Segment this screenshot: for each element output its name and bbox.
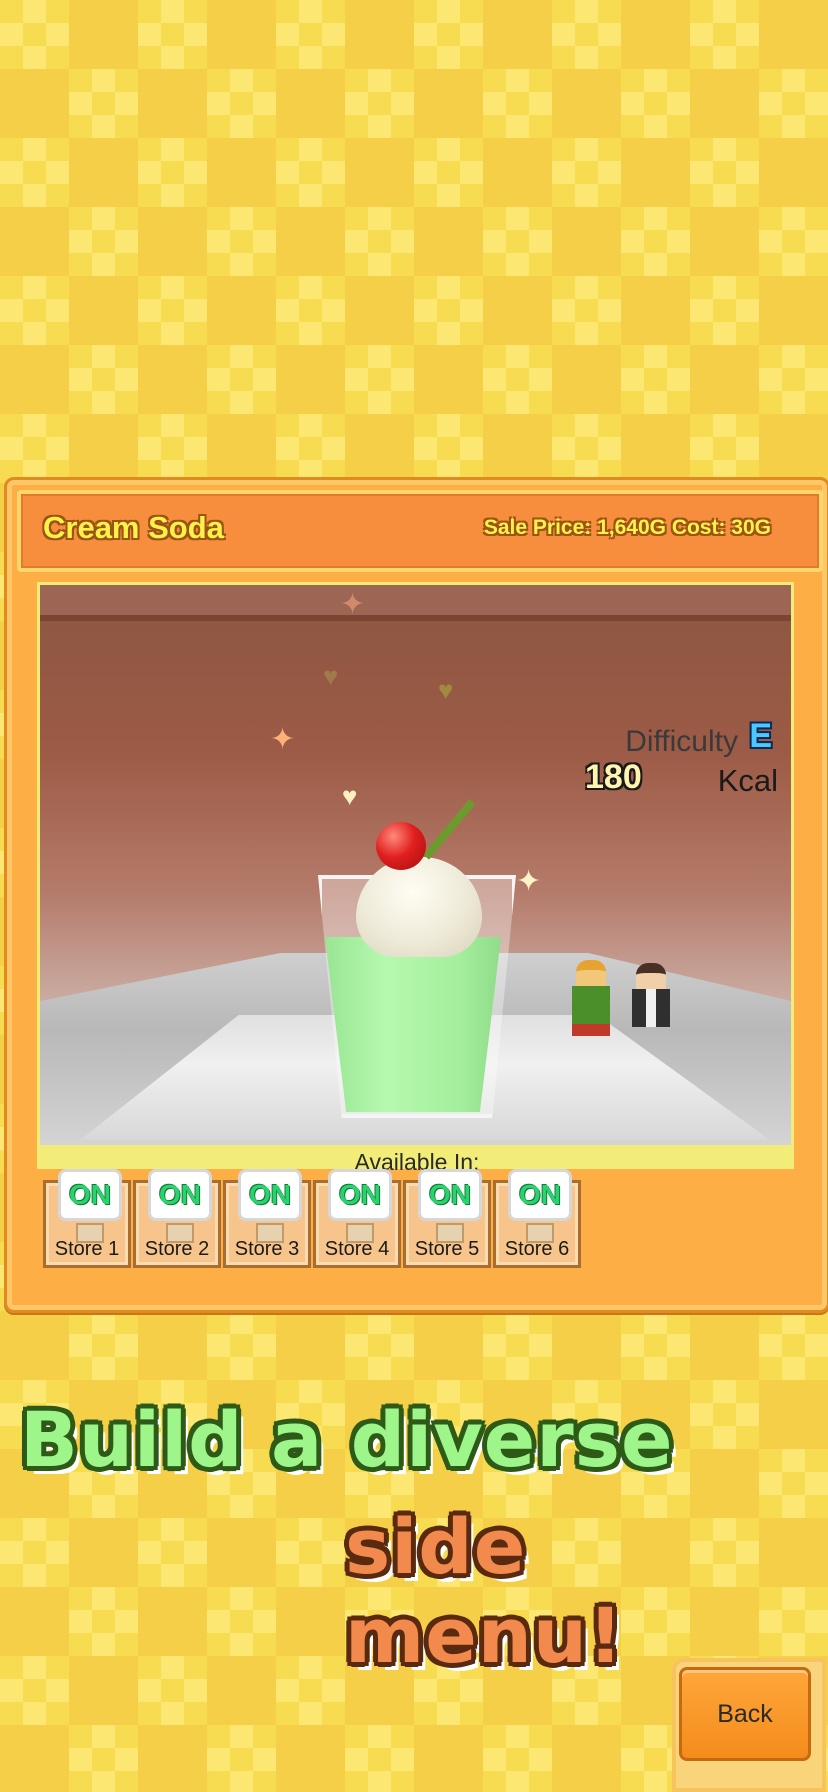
character-body: [572, 986, 610, 1036]
promo-headline-line-1: Build a diverse: [20, 1395, 674, 1484]
store-toggle-2[interactable]: ON Store 2: [133, 1169, 221, 1268]
sparkle-icon: ✦: [340, 588, 366, 621]
heart-icon: ♥: [342, 781, 358, 811]
heart-icon: ♥: [323, 661, 339, 691]
store-toggle-5[interactable]: ON Store 5: [403, 1169, 491, 1268]
staff-character-girl: [570, 960, 612, 1036]
on-sign: ON: [328, 1169, 392, 1221]
staff-character-boy: [630, 963, 672, 1033]
store-label: Store 5: [414, 1238, 480, 1260]
store-availability-list: ON Store 1 ON Store 2 ON Store 3 ON Stor…: [43, 1169, 583, 1268]
cherry-stem: [422, 799, 476, 860]
calorie-value: 180: [585, 758, 642, 796]
ice-cream-scoop: [356, 857, 482, 957]
store-label: Store 2: [144, 1238, 210, 1260]
menu-item-panel: Cream Soda Sale Price: 1,640G Cost: 30G …: [4, 477, 828, 1313]
back-button[interactable]: Back: [679, 1667, 811, 1761]
on-sign: ON: [418, 1169, 482, 1221]
difficulty-grade: E: [749, 717, 772, 755]
on-sign: ON: [58, 1169, 122, 1221]
on-sign: ON: [508, 1169, 572, 1221]
cherry-icon: [376, 822, 426, 870]
promo-headline-line-2: side menu!: [345, 1502, 624, 1680]
store-label: Store 3: [234, 1238, 300, 1260]
store-label: Store 6: [504, 1238, 570, 1260]
sparkle-icon: ✦: [270, 723, 296, 756]
on-sign: ON: [238, 1169, 302, 1221]
available-in-label: Available In:: [354, 1149, 480, 1175]
character-body: [632, 989, 670, 1027]
store-toggle-4[interactable]: ON Store 4: [313, 1169, 401, 1268]
calorie-unit: Kcal: [717, 763, 778, 798]
store-toggle-1[interactable]: ON Store 1: [43, 1169, 131, 1268]
item-preview-scene: ✦ ♥ ♥ ✦ ♥ ✦ ♥ ♥ Difficulty E 180 Kcal: [40, 585, 791, 1145]
difficulty-label: Difficulty: [625, 725, 738, 758]
sparkle-icon: ✦: [516, 865, 542, 898]
store-toggle-6[interactable]: ON Store 6: [493, 1169, 581, 1268]
item-preview-frame: ✦ ♥ ♥ ✦ ♥ ✦ ♥ ♥ Difficulty E 180 Kcal: [37, 582, 794, 1169]
item-price-cost: Sale Price: 1,640G Cost: 30G: [483, 516, 771, 539]
heart-icon: ♥: [438, 675, 454, 705]
item-title-bar: Cream Soda Sale Price: 1,640G Cost: 30G: [17, 490, 823, 572]
on-sign: ON: [148, 1169, 212, 1221]
store-label: Store 1: [54, 1238, 120, 1260]
store-toggle-3[interactable]: ON Store 3: [223, 1169, 311, 1268]
store-label: Store 4: [324, 1238, 390, 1260]
item-name: Cream Soda: [43, 510, 224, 545]
scene-wall-trim: [40, 585, 791, 621]
